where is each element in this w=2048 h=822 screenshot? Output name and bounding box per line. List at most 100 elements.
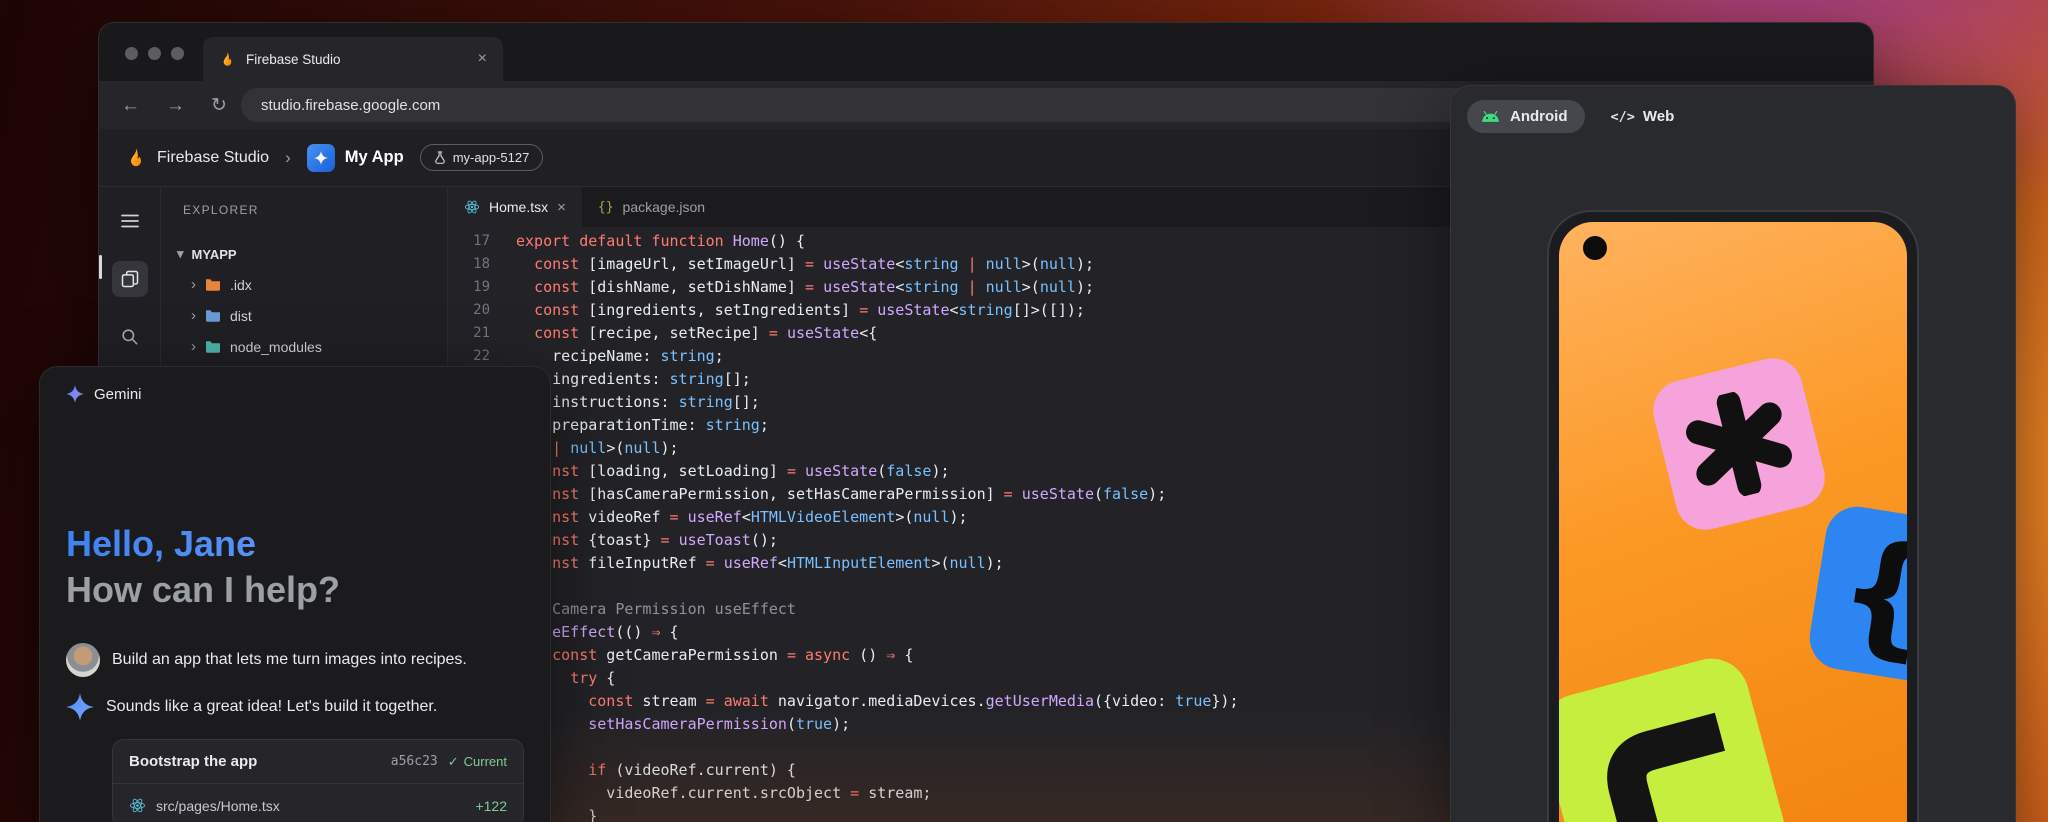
phone-mockup: { bbox=[1547, 210, 1919, 822]
asterisk-icon bbox=[1676, 381, 1802, 507]
code-text: const [hasCameraPermission, setHasCamera… bbox=[506, 485, 1166, 503]
explorer-item[interactable]: › node_modules bbox=[161, 331, 447, 362]
brace-glyph: { bbox=[1829, 521, 1907, 666]
chevron-right-icon: › bbox=[191, 338, 196, 355]
code-text: const [dishName, setDishName] = useState… bbox=[506, 278, 1094, 296]
status-badge: ✓ Current bbox=[448, 754, 507, 770]
line-number: 22 bbox=[448, 348, 506, 364]
task-card-header: Bootstrap the app a56c23 ✓ Current bbox=[113, 740, 523, 784]
code-text: const videoRef = useRef<HTMLVideoElement… bbox=[506, 508, 968, 526]
blue-shape: { bbox=[1805, 502, 1907, 690]
android-toggle[interactable]: Android bbox=[1467, 100, 1585, 133]
gemini-brand: Gemini bbox=[94, 386, 142, 403]
code-text: const fileInputRef = useRef<HTMLInputEle… bbox=[506, 554, 1004, 572]
gemini-spark-icon bbox=[66, 693, 94, 721]
code-text: const stream = await navigator.mediaDevi… bbox=[506, 692, 1239, 710]
code-text: const [loading, setLoading] = useState(f… bbox=[506, 462, 950, 480]
files-icon bbox=[120, 269, 140, 289]
line-number: 19 bbox=[448, 279, 506, 295]
explorer-item-label: dist bbox=[230, 308, 252, 324]
code-text: videoRef.current.srcObject = stream; bbox=[506, 784, 931, 802]
editor-tab-label: package.json bbox=[623, 199, 706, 215]
tab-close-icon[interactable]: × bbox=[478, 50, 487, 68]
app-prototype-icon bbox=[307, 144, 335, 172]
code-text: const [ingredients, setIngredients] = us… bbox=[506, 301, 1085, 319]
chevron-right-icon: › bbox=[191, 276, 196, 293]
user-message-row: Build an app that lets me turn images in… bbox=[40, 643, 550, 677]
flask-icon bbox=[434, 151, 446, 164]
line-number: 18 bbox=[448, 256, 506, 272]
firebase-flame-icon bbox=[219, 51, 236, 68]
json-braces-icon: {} bbox=[598, 200, 614, 215]
code-text: setHasCameraPermission(true); bbox=[506, 715, 850, 733]
device-preview-panel: Android </> Web bbox=[1450, 85, 2016, 822]
firebase-logo-icon bbox=[125, 147, 147, 169]
explorer-view-button[interactable] bbox=[112, 261, 148, 297]
explorer-item-label: .idx bbox=[230, 277, 252, 293]
diff-added-count: +122 bbox=[475, 798, 507, 814]
zoom-window-button[interactable] bbox=[171, 47, 184, 60]
assistant-message-text: Sounds like a great idea! Let's build it… bbox=[106, 698, 437, 716]
app-name[interactable]: My App bbox=[345, 148, 404, 167]
commit-hash: a56c23 bbox=[391, 754, 438, 769]
product-name[interactable]: Firebase Studio bbox=[157, 149, 269, 167]
explorer-title: EXPLORER bbox=[161, 203, 447, 217]
phone-screen: { bbox=[1559, 222, 1907, 822]
browser-tab[interactable]: Firebase Studio × bbox=[203, 37, 503, 81]
bootstrap-task-card[interactable]: Bootstrap the app a56c23 ✓ Current src/p… bbox=[112, 739, 524, 822]
explorer-item[interactable]: › .idx bbox=[161, 269, 447, 300]
greeting-line1: Hello, Jane bbox=[66, 521, 524, 567]
close-window-button[interactable] bbox=[125, 47, 138, 60]
root-folder-label: MYAPP bbox=[192, 247, 237, 262]
android-robot-icon bbox=[1480, 110, 1501, 123]
breadcrumb-separator-icon: › bbox=[285, 148, 291, 168]
url-text: studio.firebase.google.com bbox=[261, 97, 440, 114]
changed-file-row[interactable]: src/pages/Home.tsx +122 bbox=[113, 784, 523, 822]
folder-icon bbox=[205, 309, 221, 322]
reload-icon[interactable]: ↻ bbox=[211, 96, 227, 115]
react-icon bbox=[464, 199, 480, 215]
gemini-header: Gemini bbox=[40, 367, 550, 403]
minimize-window-button[interactable] bbox=[148, 47, 161, 60]
forward-icon[interactable]: → bbox=[166, 96, 185, 115]
web-toggle[interactable]: </> Web bbox=[1611, 108, 1675, 125]
folder-icon bbox=[205, 340, 221, 353]
assistant-message-row: Sounds like a great idea! Let's build it… bbox=[40, 693, 550, 721]
greeting-line2: How can I help? bbox=[66, 567, 524, 613]
check-icon: ✓ bbox=[448, 754, 459, 770]
preview-toggle-group: Android </> Web bbox=[1451, 86, 2015, 133]
react-icon bbox=[129, 797, 146, 814]
app-id-text: my-app-5127 bbox=[453, 150, 530, 165]
screenshot-stage: Firebase Studio × ← → ↻ studio.firebase.… bbox=[0, 0, 2048, 822]
tab-close-icon[interactable]: × bbox=[557, 199, 566, 216]
code-brackets-icon: </> bbox=[1611, 109, 1635, 125]
web-toggle-label: Web bbox=[1643, 108, 1674, 125]
app-id-badge[interactable]: my-app-5127 bbox=[420, 144, 544, 171]
menu-button[interactable] bbox=[112, 203, 148, 239]
editor-tab-home[interactable]: Home.tsx × bbox=[448, 187, 582, 227]
active-view-indicator bbox=[99, 255, 102, 279]
hook-glyph bbox=[1571, 688, 1755, 822]
explorer-root-folder[interactable]: ▾ MYAPP bbox=[161, 239, 447, 269]
task-title: Bootstrap the app bbox=[129, 753, 381, 770]
green-shape bbox=[1559, 650, 1793, 822]
chevron-down-icon: ▾ bbox=[177, 246, 184, 262]
pink-shape bbox=[1647, 352, 1831, 536]
explorer-item-label: node_modules bbox=[230, 339, 322, 355]
user-message-text: Build an app that lets me turn images in… bbox=[112, 651, 467, 669]
window-controls[interactable] bbox=[125, 47, 184, 60]
editor-tab-package-json[interactable]: {} package.json bbox=[582, 187, 721, 227]
code-text: export default function Home() { bbox=[506, 232, 805, 250]
hamburger-icon bbox=[121, 214, 139, 228]
line-number: 17 bbox=[448, 233, 506, 249]
back-icon[interactable]: ← bbox=[121, 96, 140, 115]
line-number: 20 bbox=[448, 302, 506, 318]
editor-tab-label: Home.tsx bbox=[489, 199, 548, 215]
android-toggle-label: Android bbox=[1510, 108, 1568, 125]
code-text: const [imageUrl, setImageUrl] = useState… bbox=[506, 255, 1094, 273]
search-view-button[interactable] bbox=[112, 319, 148, 355]
browser-tab-bar: Firebase Studio × bbox=[99, 23, 1873, 81]
explorer-item[interactable]: ›dist bbox=[161, 300, 447, 331]
line-number: 21 bbox=[448, 325, 506, 341]
user-avatar bbox=[66, 643, 100, 677]
